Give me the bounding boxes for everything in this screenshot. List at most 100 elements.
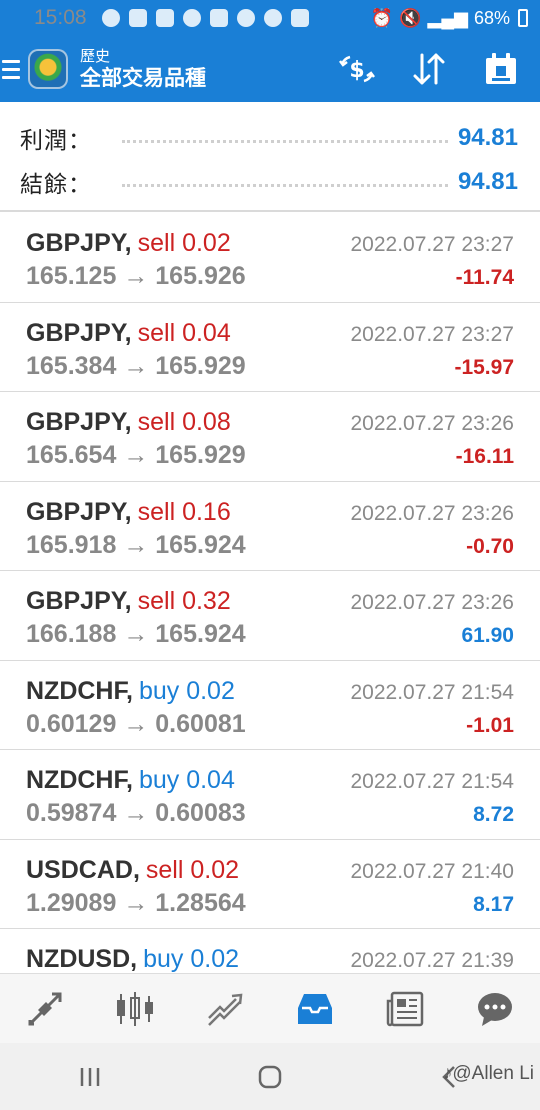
- sort-icon[interactable]: [410, 50, 448, 88]
- trade-volume: 0.02: [186, 676, 235, 705]
- close-price: 165.926: [155, 262, 246, 290]
- trade-profit: 8.72: [473, 803, 514, 826]
- svg-text:$: $: [349, 58, 364, 83]
- trade-row[interactable]: NZDCHF, buy 0.04 2022.07.27 21:54 0.59874…: [0, 750, 540, 840]
- notification-icon: [263, 9, 282, 27]
- trade-profit: -15.97: [454, 355, 514, 379]
- tiktok-icon: ♪: [442, 1063, 453, 1084]
- trade-volume: 0.02: [182, 229, 231, 257]
- trade-time: 2022.07.27 21:54: [350, 770, 515, 793]
- trade-history-list[interactable]: GBPJPY, sell 0.02 2022.07.27 23:27 165.12…: [0, 213, 540, 973]
- close-price: 0.60081: [155, 709, 246, 738]
- price-arrow: →: [123, 262, 149, 290]
- status-time: 15:08: [34, 6, 87, 29]
- trade-time: 2022.07.27 23:27: [350, 233, 515, 256]
- trade-side: sell: [145, 855, 184, 884]
- close-price: 1.28564: [155, 888, 246, 917]
- trade-volume: 0.02: [190, 945, 240, 973]
- trade-symbol: NZDCHF,: [26, 766, 133, 794]
- recent-apps-icon[interactable]: [60, 1057, 120, 1097]
- open-price: 166.188: [26, 620, 117, 648]
- trade-time: 2022.07.27 23:26: [350, 412, 515, 435]
- notification-icon: [290, 9, 309, 27]
- trade-row[interactable]: GBPJPY, sell 0.32 2022.07.27 23:26 166.18…: [0, 571, 540, 661]
- trade-volume: 0.32: [182, 587, 231, 615]
- trade-row[interactable]: GBPJPY, sell 0.04 2022.07.27 23:27 165.38…: [0, 303, 540, 392]
- price-arrow: →: [123, 620, 149, 648]
- quotes-icon[interactable]: [15, 979, 75, 1039]
- summary-panel: 利潤： 94.81 結餘： 94.81: [0, 102, 540, 212]
- price-arrow: →: [123, 799, 149, 827]
- trade-row[interactable]: NZDUSD, buy 0.02 2022.07.27 21:39: [0, 929, 540, 973]
- trade-symbol: NZDCHF,: [26, 676, 133, 705]
- close-price: 165.929: [155, 441, 246, 469]
- trade-volume: 0.08: [182, 408, 231, 436]
- app-logo: [28, 49, 68, 89]
- trade-side: buy: [138, 766, 180, 794]
- trade-time: 2022.07.27 23:27: [350, 322, 515, 346]
- trade-time: 2022.07.27 21:54: [350, 680, 515, 704]
- open-price: 165.384: [26, 351, 117, 380]
- trade-row[interactable]: USDCAD, sell 0.02 2022.07.27 21:40 1.2908…: [0, 840, 540, 929]
- trade-row[interactable]: NZDCHF, buy 0.02 2022.07.27 21:54 0.60129…: [0, 661, 540, 750]
- trade-row[interactable]: GBPJPY, sell 0.16 2022.07.27 23:26 165.91…: [0, 482, 540, 571]
- profit-label: 利潤：: [20, 128, 92, 154]
- trade-time: 2022.07.27 23:26: [350, 501, 515, 525]
- open-price: 0.59874: [26, 799, 117, 827]
- trade-side: sell: [137, 408, 176, 436]
- profit-row: 利潤： 94.81: [20, 116, 518, 160]
- battery-level: 68%: [473, 7, 510, 28]
- price-arrow: →: [123, 441, 149, 469]
- currency-exchange-icon[interactable]: $: [338, 50, 376, 88]
- app-bar: 歷史 全部交易品種 $: [0, 36, 540, 102]
- trade-volume: 0.16: [182, 497, 231, 526]
- page-title[interactable]: 全部交易品種: [80, 66, 206, 90]
- open-price: 0.60129: [26, 709, 117, 738]
- trade-symbol: GBPJPY,: [26, 408, 132, 436]
- chat-icon[interactable]: [465, 979, 525, 1039]
- calendar-icon[interactable]: [482, 50, 520, 88]
- trade-row[interactable]: GBPJPY, sell 0.02 2022.07.27 23:27 165.12…: [0, 213, 540, 303]
- price-arrow: →: [123, 530, 149, 559]
- trade-icon[interactable]: [195, 979, 255, 1039]
- price-arrow: →: [123, 709, 149, 738]
- battery-icon: [518, 9, 528, 27]
- balance-row: 結餘： 94.81: [20, 160, 518, 204]
- mute-icon: 🔇: [399, 7, 422, 28]
- trade-symbol: NZDUSD,: [26, 945, 138, 973]
- price-arrow: →: [123, 351, 149, 380]
- price-arrow: →: [123, 888, 149, 917]
- trade-symbol: GBPJPY,: [26, 318, 132, 347]
- trade-volume: 0.02: [190, 855, 240, 884]
- open-price: 1.29089: [26, 888, 117, 917]
- page-subtitle: 歷史: [80, 47, 111, 66]
- notification-icon: [128, 9, 147, 27]
- trade-profit: -0.70: [466, 534, 514, 558]
- dotted-leader: [122, 183, 448, 187]
- trade-volume: 0.04: [182, 318, 231, 347]
- trade-side: sell: [137, 229, 176, 257]
- close-price: 0.60083: [155, 799, 246, 827]
- trade-profit: 61.90: [461, 624, 514, 647]
- trade-symbol: USDCAD,: [26, 855, 140, 884]
- menu-icon[interactable]: [2, 59, 20, 79]
- trade-side: sell: [137, 587, 176, 615]
- trade-profit: -11.74: [455, 266, 514, 289]
- news-icon[interactable]: [375, 979, 435, 1039]
- home-icon[interactable]: [240, 1057, 300, 1097]
- trade-profit: -1.01: [466, 713, 514, 737]
- trade-side: sell: [137, 497, 176, 526]
- watermark: ♪@Allen Li: [443, 1063, 534, 1085]
- trade-row[interactable]: GBPJPY, sell 0.08 2022.07.27 23:26 165.65…: [0, 392, 540, 482]
- watermark-text: @Allen Li: [452, 1063, 534, 1084]
- trade-side: buy: [143, 945, 184, 973]
- chart-icon[interactable]: [105, 979, 165, 1039]
- open-price: 165.918: [26, 530, 117, 559]
- close-price: 165.929: [155, 351, 246, 380]
- dotted-leader: [122, 139, 448, 143]
- close-price: 165.924: [155, 530, 246, 559]
- history-icon[interactable]: [285, 979, 345, 1039]
- trade-symbol: GBPJPY,: [26, 497, 132, 526]
- trade-symbol: GBPJPY,: [26, 229, 132, 257]
- profit-value: 94.81: [457, 124, 518, 151]
